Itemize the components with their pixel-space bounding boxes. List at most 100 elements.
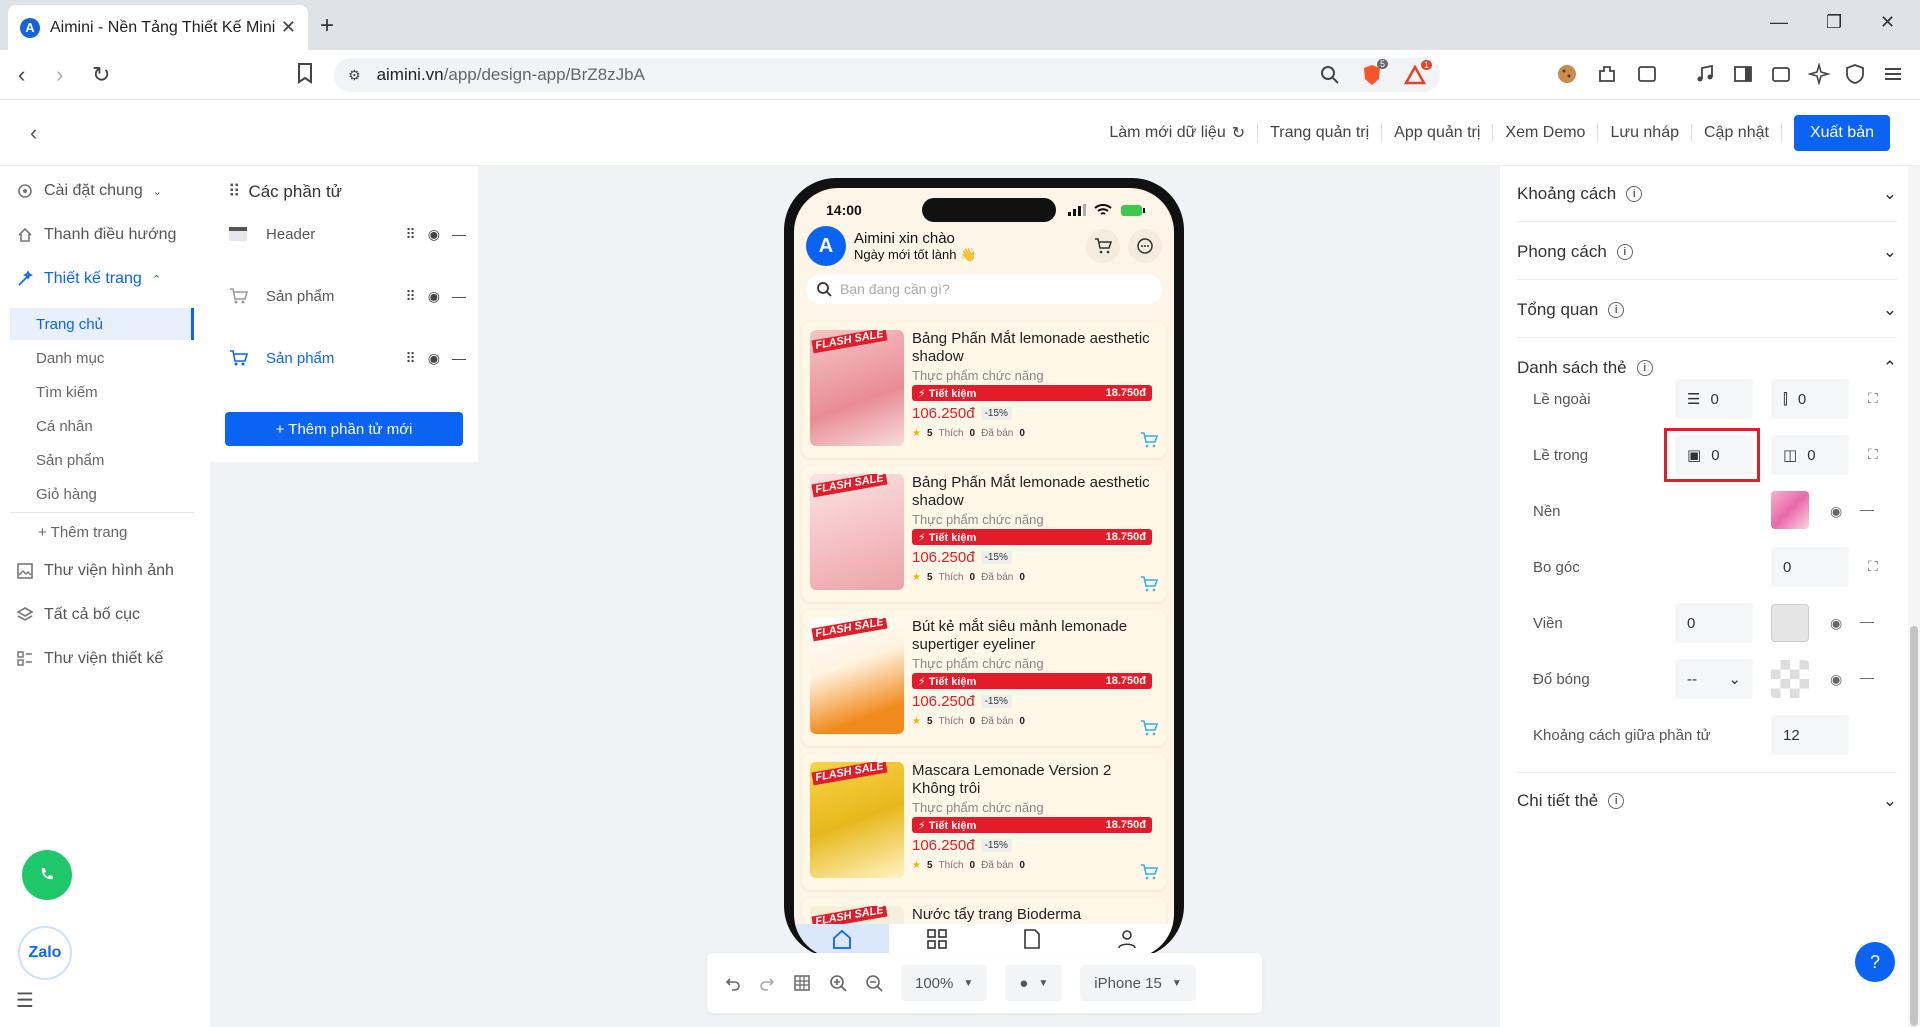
back-icon[interactable]: ‹: [18, 62, 25, 88]
drag-handle-icon[interactable]: ⠿: [406, 288, 416, 305]
remove-icon[interactable]: —: [452, 226, 466, 243]
window-close-icon[interactable]: ✕: [1880, 12, 1895, 33]
brave-rewards-icon[interactable]: 1: [1404, 60, 1432, 85]
radius-input[interactable]: 0: [1771, 547, 1849, 587]
info-icon[interactable]: i: [1608, 301, 1625, 318]
background-image-swatch[interactable]: [1771, 491, 1809, 529]
refresh-data-button[interactable]: Làm mới dữ liệu ↻: [1097, 123, 1259, 143]
remove-icon[interactable]: —: [1860, 501, 1874, 517]
zalo-chat-button[interactable]: Zalo: [18, 926, 72, 980]
border-width-input[interactable]: 0: [1675, 603, 1753, 643]
sidebar-item-all-layouts[interactable]: Tất cả bố cục: [16, 606, 140, 624]
element-row-product[interactable]: Sản phẩm ⠿ ◉ —: [226, 276, 466, 316]
element-row-product-active[interactable]: Sản phẩm ⠿ ◉ —: [226, 338, 466, 378]
grid-toggle-icon[interactable]: [793, 974, 811, 992]
info-icon[interactable]: i: [1608, 792, 1625, 809]
os-select[interactable]: ● ▼: [1005, 965, 1063, 1001]
cookie-extension-icon[interactable]: [1556, 63, 1578, 85]
leo-ai-icon[interactable]: [1808, 63, 1830, 85]
inner-padding-horizontal-input[interactable]: ◫ 0: [1771, 435, 1849, 475]
sidebar-toggle-icon[interactable]: [1732, 63, 1754, 85]
zoom-select[interactable]: 100% ▼: [901, 965, 988, 1001]
wallet-icon[interactable]: [1770, 63, 1792, 85]
remove-icon[interactable]: —: [452, 288, 466, 305]
remove-icon[interactable]: —: [452, 350, 466, 367]
brave-shield-icon[interactable]: 5: [1362, 59, 1388, 86]
hamburger-menu-icon[interactable]: ☰: [16, 988, 34, 1013]
sidebar-item-design-library[interactable]: Thư viện thiết kế: [16, 650, 163, 668]
item-gap-input[interactable]: 12: [1771, 715, 1849, 755]
outer-margin-horizontal-input[interactable]: ⫿ 0: [1771, 379, 1849, 419]
right-panel-scrollbar[interactable]: [1908, 166, 1920, 1027]
shadow-color-swatch[interactable]: [1771, 660, 1809, 698]
remove-icon[interactable]: —: [1860, 669, 1874, 685]
element-row-header[interactable]: Header ⠿ ◉ —: [226, 214, 466, 254]
section-overview[interactable]: Tổng quan i ⌄: [1517, 282, 1897, 338]
site-settings-icon[interactable]: ⚙: [348, 67, 361, 84]
eye-icon[interactable]: ◉: [428, 226, 440, 243]
product-card[interactable]: FLASH SALE Bảng Phấn Mắt lemonade aesthet…: [802, 322, 1166, 458]
back-arrow-icon[interactable]: ‹: [30, 120, 37, 146]
update-link[interactable]: Cập nhật: [1692, 124, 1782, 142]
eye-icon[interactable]: ◉: [428, 350, 440, 367]
browser-tab[interactable]: A Aimini - Nền Tảng Thiết Kế Mini ✕: [8, 5, 308, 50]
vpn-shield-icon[interactable]: [1844, 63, 1866, 85]
eye-icon[interactable]: ◉: [428, 288, 440, 305]
expand-icon[interactable]: ⛶: [1868, 558, 1878, 575]
product-card[interactable]: FLASH SALE Bảng Phấn Mắt lemonade aesthet…: [802, 466, 1166, 602]
sidebar-sub-product[interactable]: Sản phẩm: [10, 444, 194, 476]
extensions-icon[interactable]: [1596, 63, 1618, 85]
new-tab-button[interactable]: +: [320, 12, 334, 40]
publish-button[interactable]: Xuất bản: [1793, 115, 1890, 151]
product-card[interactable]: FLASH SALE Bút kẻ mắt siêu mảnh lemonade …: [802, 610, 1166, 746]
expand-icon[interactable]: ⛶: [1868, 390, 1878, 407]
section-style[interactable]: Phong cách i ⌄: [1517, 224, 1897, 280]
view-demo-link[interactable]: Xem Demo: [1493, 124, 1599, 142]
add-page-button[interactable]: + Thêm trang: [10, 516, 194, 548]
zoom-out-icon[interactable]: [865, 974, 883, 992]
phone-search-input[interactable]: Bạn đang cần gì?: [806, 274, 1162, 304]
eye-icon[interactable]: ◉: [1830, 615, 1842, 632]
admin-app-link[interactable]: App quản trị: [1382, 124, 1494, 142]
info-icon[interactable]: i: [1626, 185, 1643, 202]
sidebar-item-image-library[interactable]: Thư viện hình ảnh: [16, 562, 174, 580]
sidebar-sub-category[interactable]: Danh mục: [10, 342, 194, 374]
tab-close-icon[interactable]: ✕: [281, 17, 296, 38]
add-element-button[interactable]: + Thêm phần tử mới: [225, 412, 463, 446]
add-to-cart-icon[interactable]: [1140, 720, 1158, 736]
section-spacing[interactable]: Khoảng cách i ⌄: [1517, 166, 1897, 222]
zoom-in-icon[interactable]: [829, 974, 847, 992]
menu-icon[interactable]: [1882, 63, 1904, 85]
help-button[interactable]: ?: [1855, 942, 1895, 982]
sidebar-item-general-settings[interactable]: Cài đặt chung ⌄: [16, 182, 162, 200]
sidebar-sub-home[interactable]: Trang chủ: [10, 308, 194, 340]
eye-icon[interactable]: ◉: [1830, 503, 1842, 520]
section-card-detail[interactable]: Chi tiết thẻ i ⌄: [1517, 772, 1897, 828]
border-color-swatch[interactable]: [1771, 604, 1809, 642]
add-to-cart-icon[interactable]: [1140, 864, 1158, 880]
info-icon[interactable]: i: [1636, 360, 1653, 376]
address-bar[interactable]: ⚙ aimini.vn/app/design-app/BrZ8zJbA 5 1: [334, 58, 1440, 92]
save-draft-link[interactable]: Lưu nháp: [1598, 124, 1692, 142]
redo-icon[interactable]: [759, 975, 775, 991]
minimize-icon[interactable]: —: [1770, 12, 1788, 33]
remove-icon[interactable]: —: [1860, 613, 1874, 629]
cart-button[interactable]: [1086, 229, 1120, 263]
info-icon[interactable]: i: [1616, 243, 1633, 260]
undo-icon[interactable]: [725, 975, 741, 991]
sidebar-item-navigation[interactable]: Thanh điều hướng: [16, 226, 176, 244]
drag-handle-icon[interactable]: ⠿: [406, 226, 416, 243]
phone-call-button[interactable]: [22, 850, 72, 900]
drag-handle-icon[interactable]: ⠿: [406, 350, 416, 367]
maximize-icon[interactable]: ❐: [1826, 12, 1842, 33]
outer-margin-vertical-input[interactable]: ☰ 0: [1675, 379, 1753, 419]
add-to-cart-icon[interactable]: [1140, 432, 1158, 448]
shadow-select[interactable]: -- ⌄: [1675, 659, 1753, 699]
eye-icon[interactable]: ◉: [1830, 671, 1842, 688]
zoom-icon[interactable]: [1320, 65, 1340, 85]
admin-page-link[interactable]: Trang quản trị: [1258, 124, 1383, 142]
sidebar-item-page-design[interactable]: Thiết kế trang ⌃: [16, 270, 161, 288]
forward-icon[interactable]: ›: [56, 62, 63, 88]
scroll-thumb[interactable]: [1910, 626, 1918, 1026]
product-card[interactable]: FLASH SALE Mascara Lemonade Version 2 Khô…: [802, 754, 1166, 890]
